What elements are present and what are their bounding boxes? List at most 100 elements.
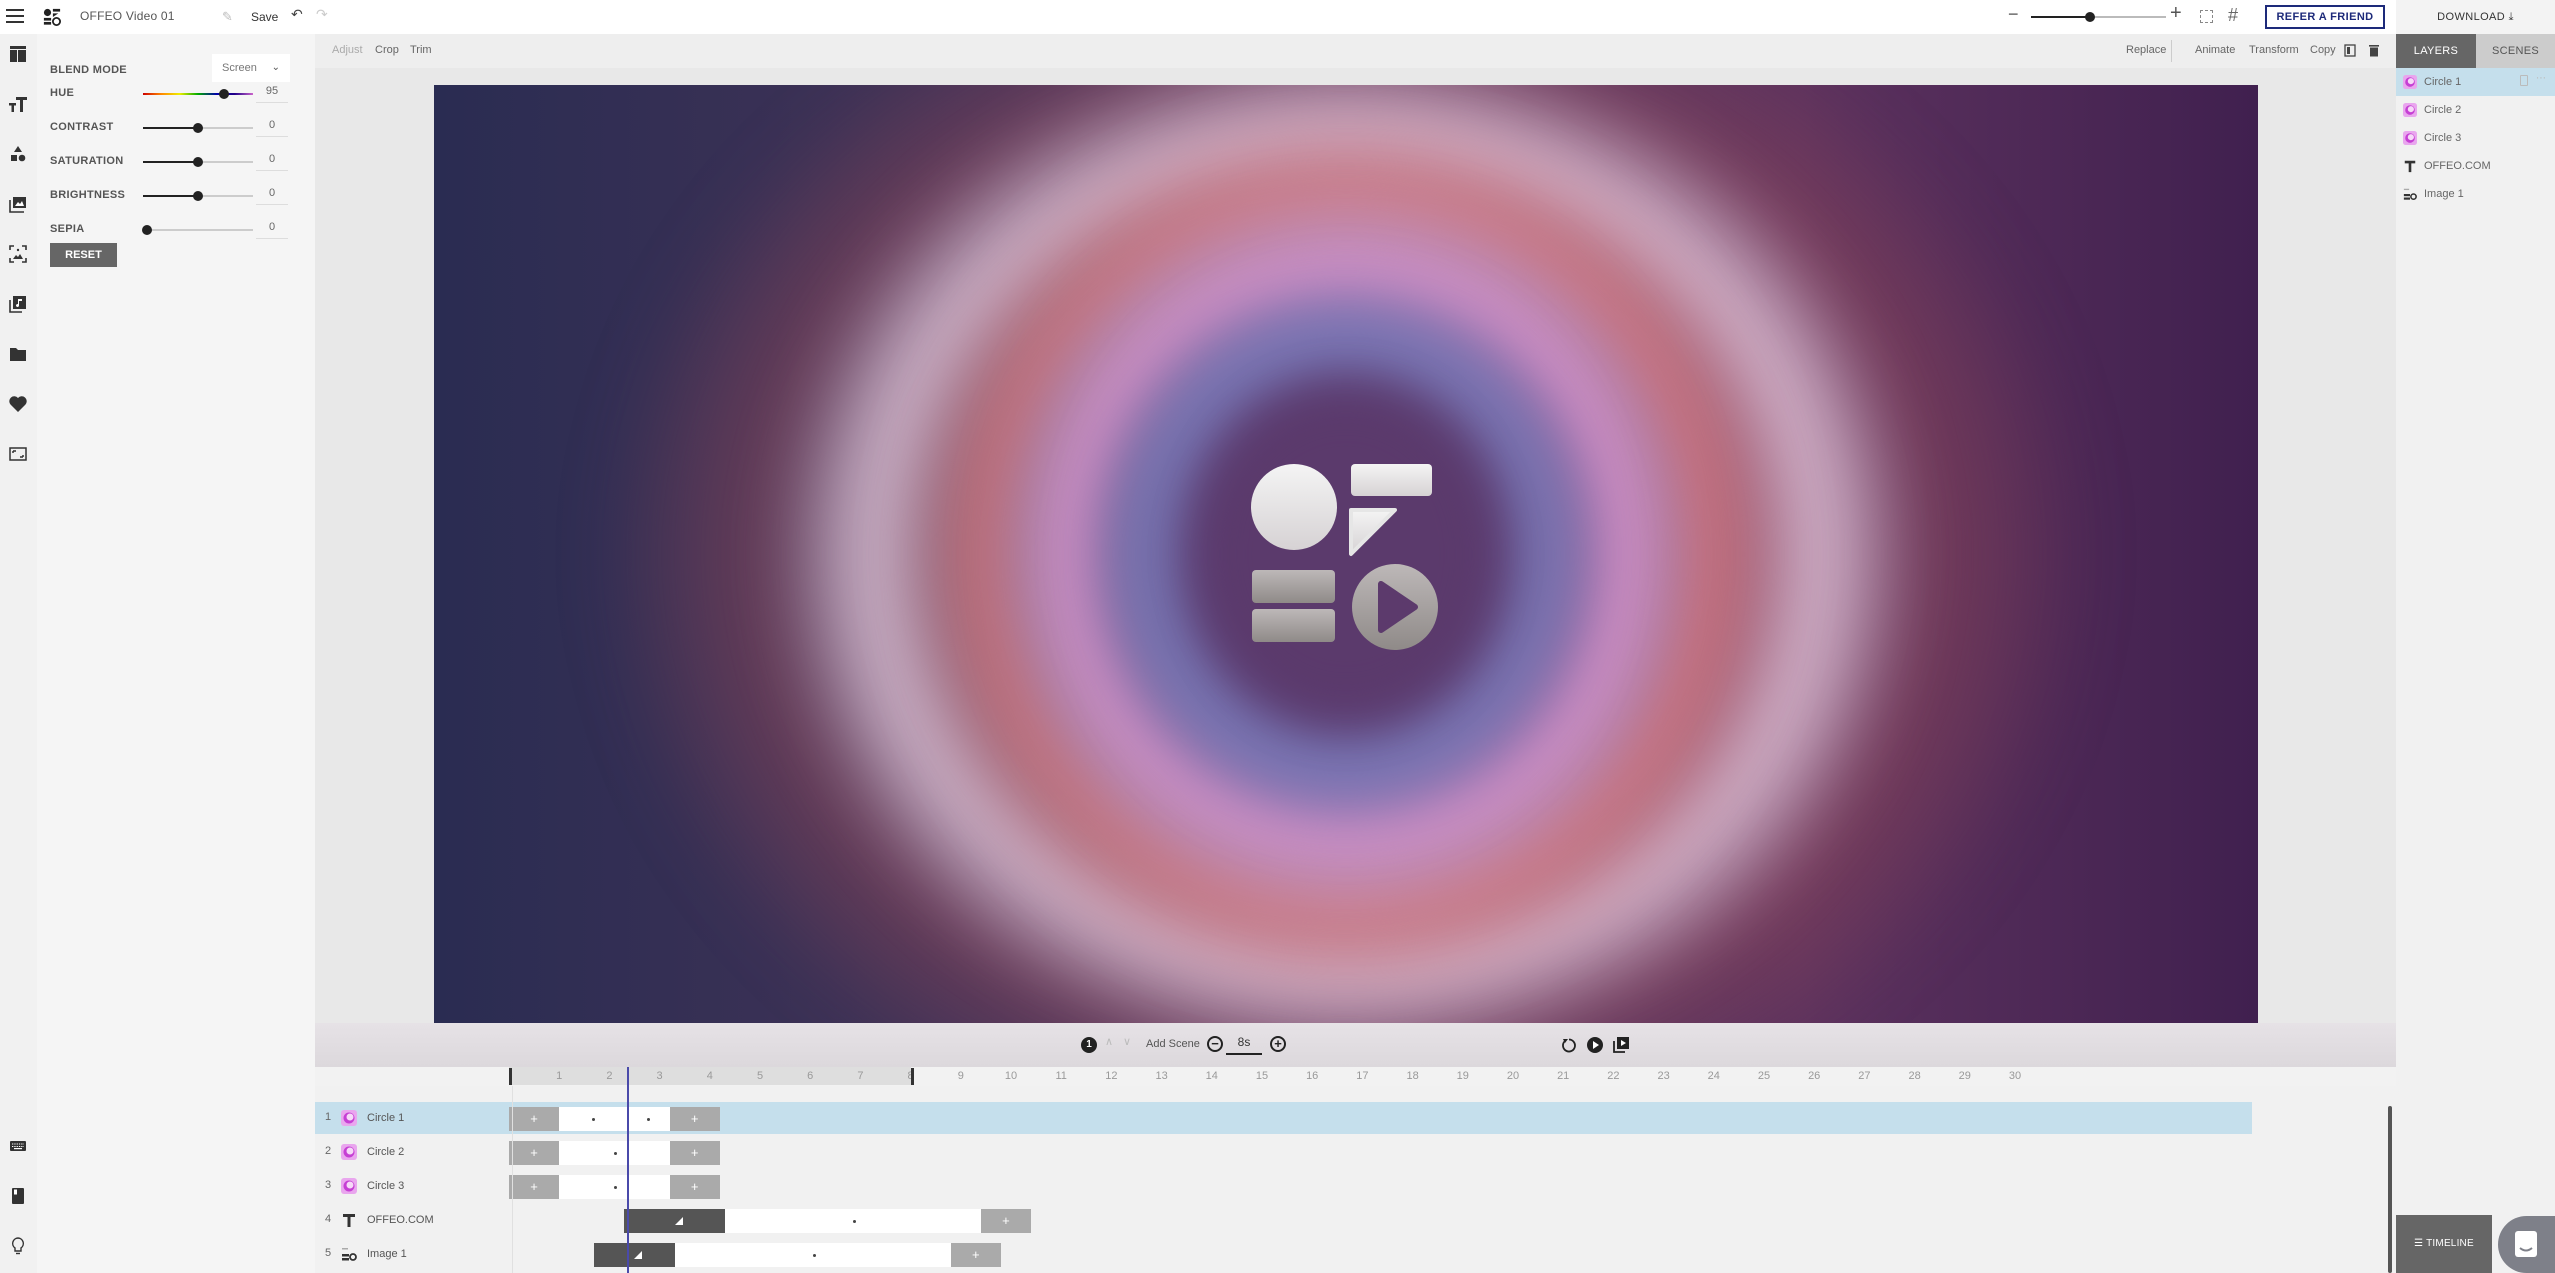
hue-slider[interactable] [143,89,253,99]
offeo-canvas-logo[interactable] [1250,462,1438,650]
preview-icon[interactable] [1612,1036,1630,1054]
hue-value-input[interactable]: 95 [256,85,288,103]
trash-icon[interactable] [2369,44,2379,57]
transform-button[interactable]: Transform [2249,44,2299,56]
brightness-slider[interactable] [143,191,253,201]
resize-icon[interactable] [8,444,28,464]
offeo-logo-icon[interactable] [43,8,61,26]
replay-icon[interactable] [1560,1036,1578,1054]
tab-layers[interactable]: LAYERS [2396,34,2476,68]
hamburger-icon[interactable] [6,9,24,24]
templates-icon[interactable] [8,44,28,64]
crop-tab[interactable]: Crop [375,44,399,56]
lock-icon[interactable] [2520,75,2528,86]
favorites-icon[interactable] [8,394,28,414]
guide-icon[interactable] [8,1186,28,1206]
layer-item[interactable]: Image 1 [2396,180,2555,208]
layer-duration-bar[interactable] [559,1175,670,1199]
intro-animation-block[interactable] [594,1243,675,1267]
scene-end-marker[interactable] [910,1068,914,1085]
project-title[interactable]: OFFEO Video 01 [80,9,175,23]
sepia-value-input[interactable]: 0 [256,221,288,239]
zoom-slider[interactable] [2031,12,2166,22]
slider-thumb[interactable] [193,123,203,133]
zoom-in-button[interactable]: + [2170,2,2182,25]
saturation-slider[interactable] [143,157,253,167]
brightness-value-input[interactable]: 0 [256,187,288,205]
zoom-slider-thumb[interactable] [2085,12,2096,22]
lightbulb-icon[interactable] [8,1236,28,1256]
timeline-scrollbar[interactable] [2388,1106,2392,1273]
timeline-toggle-button[interactable]: ☰ TIMELINE [2396,1215,2492,1273]
trim-tab[interactable]: Trim [410,44,432,56]
music-icon[interactable] [8,294,28,314]
intro-animation-block[interactable] [624,1209,725,1233]
replace-button[interactable]: Replace [2126,44,2166,56]
layer-item[interactable]: Circle 2 [2396,96,2555,124]
grid-icon[interactable]: # [2228,5,2238,26]
timeline-row-label[interactable]: 4 OFFEO.COM [315,1204,512,1236]
timeline-row-label[interactable]: 2 Circle 2 [315,1136,512,1168]
layer-duration-bar[interactable] [559,1107,625,1131]
layer-item[interactable]: Circle 1 ⋯ [2396,68,2555,96]
backgrounds-icon[interactable] [8,244,28,264]
layer-duration-bar[interactable] [624,1107,670,1131]
animation-handle[interactable]: + [509,1175,560,1199]
adjust-tab[interactable]: Adjust [332,44,363,56]
text-icon[interactable] [8,94,28,114]
layer-order-icon[interactable] [2344,44,2356,57]
undo-icon[interactable]: ↶ [291,6,303,23]
animation-handle[interactable]: + [669,1107,720,1131]
slider-thumb[interactable] [193,157,203,167]
play-icon[interactable] [1586,1036,1604,1054]
animation-handle[interactable]: + [669,1175,720,1199]
animation-handle[interactable]: + [509,1107,560,1131]
zoom-out-button[interactable]: − [2008,4,2019,25]
saturation-value-input[interactable]: 0 [256,153,288,171]
contrast-value-input[interactable]: 0 [256,119,288,137]
timeline-row-label[interactable]: 3 Circle 3 [315,1170,512,1202]
add-scene-button[interactable]: Add Scene [1146,1038,1200,1050]
layer-item[interactable]: OFFEO.COM [2396,152,2555,180]
circle-layer-icon [2403,75,2417,89]
timeline-row-label[interactable]: 5 Image 1 [315,1238,512,1270]
scene-up-button[interactable]: ∧ [1105,1035,1113,1048]
shapes-icon[interactable] [8,144,28,164]
animation-handle[interactable]: + [509,1141,560,1165]
decrease-duration-button[interactable]: − [1207,1036,1223,1052]
tab-scenes[interactable]: SCENES [2476,34,2555,68]
folder-icon[interactable] [8,344,28,364]
layer-item[interactable]: Circle 3 [2396,124,2555,152]
increase-duration-button[interactable]: + [1270,1036,1286,1052]
download-button[interactable]: DOWNLOAD ⤓ [2396,0,2555,34]
animation-handle[interactable]: + [980,1209,1032,1233]
images-icon[interactable] [8,194,28,214]
layer-duration-bar[interactable] [724,1209,981,1233]
contrast-slider[interactable] [143,123,253,133]
scene-down-button[interactable]: ∨ [1123,1035,1131,1048]
animate-button[interactable]: Animate [2195,44,2235,56]
keyboard-icon[interactable] [8,1136,28,1156]
layer-duration-bar[interactable] [674,1243,951,1267]
slider-thumb[interactable] [219,89,230,99]
timeline-row-label[interactable]: 1 Circle 1 [315,1102,512,1134]
slider-thumb[interactable] [142,225,153,235]
animation-handle[interactable]: + [669,1141,720,1165]
reset-button[interactable]: RESET [50,243,117,267]
pencil-icon[interactable]: ✎ [222,9,236,24]
redo-icon[interactable]: ↷ [316,6,328,23]
slider-thumb[interactable] [193,191,203,201]
chat-icon[interactable] [2498,1216,2555,1273]
animation-handle[interactable]: + [950,1243,1001,1267]
fit-screen-icon[interactable] [2200,10,2213,23]
more-options-icon[interactable]: ⋯ [2536,73,2546,84]
refer-a-friend-button[interactable]: REFER A FRIEND [2265,5,2385,29]
sepia-slider[interactable] [142,225,253,235]
layer-duration-bar[interactable] [559,1141,670,1165]
scene-duration-input[interactable]: 8s [1226,1035,1262,1055]
scene-number-badge[interactable]: 1 [1081,1037,1097,1053]
playhead[interactable] [626,1067,629,1273]
copy-button[interactable]: Copy [2310,44,2336,56]
save-button[interactable]: Save [251,10,278,24]
blend-mode-select[interactable]: Screen ⌄ [212,54,290,82]
